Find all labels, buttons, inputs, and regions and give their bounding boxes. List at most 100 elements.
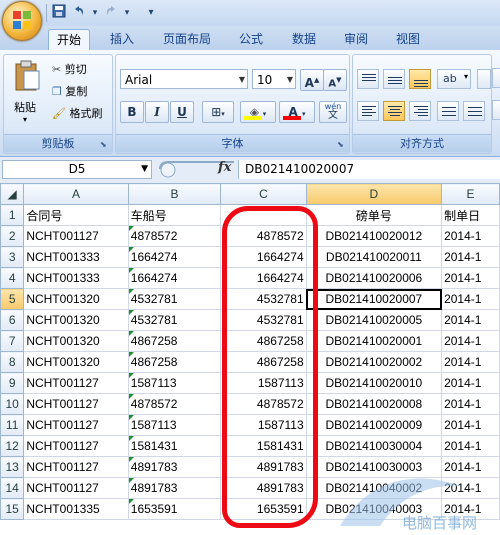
cell-a[interactable]: NCHT001127 bbox=[23, 435, 129, 457]
tab-page-layout[interactable]: 页面布局 bbox=[155, 29, 219, 50]
row-header[interactable]: 14 bbox=[0, 477, 25, 499]
underline-button[interactable]: U bbox=[170, 101, 194, 123]
tab-review[interactable]: 审阅 bbox=[336, 29, 376, 50]
cell-a[interactable]: NCHT001335 bbox=[23, 498, 129, 520]
cell-e[interactable]: 2014-1 bbox=[441, 225, 500, 247]
cell-a[interactable]: NCHT001320 bbox=[23, 309, 129, 331]
column-header-e[interactable]: E bbox=[441, 183, 500, 205]
cell-e[interactable]: 制单日 bbox=[441, 204, 500, 226]
cell-a[interactable]: NCHT001320 bbox=[23, 330, 129, 352]
cell-e[interactable]: 2014-1 bbox=[441, 414, 500, 436]
column-header-a[interactable]: A bbox=[23, 183, 129, 205]
cell-b[interactable]: 1581431 bbox=[127, 435, 222, 457]
cell-e[interactable]: 2014-1 bbox=[441, 435, 500, 457]
cell-c[interactable]: 4867258 bbox=[220, 330, 307, 352]
cell-b[interactable]: 4532781 bbox=[127, 288, 222, 310]
grow-font-button[interactable]: A▲ bbox=[300, 69, 324, 91]
cell-e[interactable]: 2014-1 bbox=[441, 351, 500, 373]
cell-d[interactable]: DB021410020001 bbox=[305, 330, 443, 352]
cell-b[interactable]: 4867258 bbox=[127, 330, 222, 352]
cell-b[interactable]: 1587113 bbox=[127, 372, 222, 394]
cell-e[interactable]: 2014-1 bbox=[441, 498, 500, 520]
cell-b[interactable]: 车船号 bbox=[127, 204, 222, 226]
cell-d[interactable]: DB021410020011 bbox=[305, 246, 443, 268]
cell-b[interactable]: 1653591 bbox=[127, 498, 222, 520]
increase-indent-button[interactable] bbox=[463, 101, 485, 121]
align-right-button[interactable] bbox=[409, 101, 431, 121]
cell-b[interactable]: 4532781 bbox=[127, 309, 222, 331]
cell-d[interactable]: DB021410030004 bbox=[305, 435, 443, 457]
cell-d[interactable]: DB021410020012 bbox=[305, 225, 443, 247]
select-all-corner[interactable]: ◢ bbox=[0, 183, 25, 205]
tab-formulas[interactable]: 公式 bbox=[231, 29, 271, 50]
font-color-button[interactable]: A ▾ bbox=[279, 101, 315, 123]
cell-b[interactable]: 4891783 bbox=[127, 456, 222, 478]
cell-c[interactable]: 4532781 bbox=[220, 309, 307, 331]
column-header-d[interactable]: D bbox=[305, 183, 443, 205]
tab-home[interactable]: 开始 bbox=[48, 29, 91, 51]
cell-c[interactable]: 4891783 bbox=[220, 477, 307, 499]
cell-a[interactable]: NCHT001333 bbox=[23, 267, 129, 289]
cell-b[interactable]: 1664274 bbox=[127, 267, 222, 289]
row-header[interactable]: 6 bbox=[0, 309, 25, 331]
cut-button[interactable]: ✂ 剪切 bbox=[52, 61, 87, 77]
cell-c[interactable]: 4891783 bbox=[220, 456, 307, 478]
chevron-down-icon[interactable]: ▾ bbox=[142, 4, 160, 22]
cell-d[interactable]: DB021410020002 bbox=[305, 351, 443, 373]
cell-c[interactable]: 4532781 bbox=[220, 288, 307, 310]
cell-a[interactable]: NCHT001127 bbox=[23, 456, 129, 478]
cell-c[interactable] bbox=[220, 204, 307, 226]
cell-a[interactable]: NCHT001127 bbox=[23, 414, 129, 436]
cell-e[interactable]: 2014-1 bbox=[441, 330, 500, 352]
cell-e[interactable]: 2014-1 bbox=[441, 477, 500, 499]
row-header[interactable]: 3 bbox=[0, 246, 25, 268]
cell-e[interactable]: 2014-1 bbox=[441, 456, 500, 478]
cell-d[interactable]: DB021410040002 bbox=[305, 477, 443, 499]
cell-d[interactable]: 磅单号 bbox=[305, 204, 443, 226]
cell-c[interactable]: 1653591 bbox=[220, 498, 307, 520]
cell-c[interactable]: 1664274 bbox=[220, 246, 307, 268]
tab-data[interactable]: 数据 bbox=[284, 29, 324, 50]
cell-d[interactable]: DB021410040003 bbox=[305, 498, 443, 520]
cell-a[interactable]: NCHT001333 bbox=[23, 246, 129, 268]
office-button[interactable] bbox=[2, 1, 42, 41]
cell-e[interactable]: 2014-1 bbox=[441, 393, 500, 415]
cell-a[interactable]: NCHT001127 bbox=[23, 477, 129, 499]
cell-b[interactable]: 4878572 bbox=[127, 225, 222, 247]
row-header[interactable]: 7 bbox=[0, 330, 25, 352]
cell-e[interactable]: 2014-1 bbox=[441, 288, 500, 310]
align-top-button[interactable] bbox=[357, 69, 379, 89]
cell-d[interactable]: DB021410020005 bbox=[305, 309, 443, 331]
fill-color-button[interactable]: ◈ ▾ bbox=[240, 101, 276, 123]
cell-c[interactable]: 1587113 bbox=[220, 372, 307, 394]
merge-button-partial[interactable] bbox=[492, 68, 500, 88]
tab-view[interactable]: 视图 bbox=[388, 29, 428, 50]
cell-d[interactable]: DB021410030003 bbox=[305, 456, 443, 478]
cell-a[interactable]: NCHT001127 bbox=[23, 393, 129, 415]
cell-a[interactable]: NCHT001127 bbox=[23, 225, 129, 247]
cell-a[interactable]: NCHT001320 bbox=[23, 351, 129, 373]
cell-e[interactable]: 2014-1 bbox=[441, 309, 500, 331]
cell-d[interactable]: DB021410020007 bbox=[305, 288, 443, 310]
row-header[interactable]: 8 bbox=[0, 351, 25, 373]
cell-b[interactable]: 4867258 bbox=[127, 351, 222, 373]
paste-button[interactable]: 粘贴 ▾ bbox=[10, 59, 44, 129]
cell-b[interactable]: 4878572 bbox=[127, 393, 222, 415]
tab-insert[interactable]: 插入 bbox=[102, 29, 142, 50]
copy-button[interactable]: ❐ 复制 bbox=[52, 83, 87, 99]
borders-button[interactable]: ⊞▾ bbox=[202, 101, 234, 123]
cell-c[interactable]: 4878572 bbox=[220, 393, 307, 415]
formula-input[interactable]: DB021410020007 bbox=[238, 160, 500, 179]
row-header[interactable]: 15 bbox=[0, 498, 25, 520]
cell-b[interactable]: 4891783 bbox=[127, 477, 222, 499]
align-left-button[interactable] bbox=[357, 101, 379, 121]
cell-c[interactable]: 1664274 bbox=[220, 267, 307, 289]
row-header[interactable]: 1 bbox=[0, 204, 25, 226]
column-header-b[interactable]: B bbox=[127, 183, 222, 205]
row-header[interactable]: 5 bbox=[0, 288, 25, 310]
cell-a[interactable]: NCHT001320 bbox=[23, 288, 129, 310]
row-header[interactable]: 4 bbox=[0, 267, 25, 289]
dialog-launcher-icon[interactable]: ⬊ bbox=[337, 140, 347, 150]
cell-c[interactable]: 4867258 bbox=[220, 351, 307, 373]
align-middle-button[interactable] bbox=[383, 69, 405, 89]
